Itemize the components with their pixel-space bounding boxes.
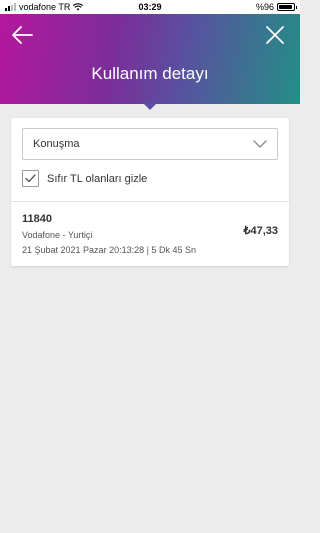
close-icon <box>266 26 284 44</box>
battery-percent: %96 <box>255 2 274 12</box>
status-bar: vodafone TR 03:29 %96 <box>0 0 300 14</box>
usage-operator: Vodafone - Yurtiçi <box>22 230 93 240</box>
close-button[interactable] <box>264 24 286 46</box>
back-button[interactable] <box>10 24 34 46</box>
status-left: vodafone TR <box>5 2 84 12</box>
status-time: 03:29 <box>138 2 162 12</box>
hide-zero-label: Sıfır TL olanları gizle <box>47 172 148 185</box>
header-notch <box>143 103 157 110</box>
usage-datetime: 21 Şubat 2021 Pazar 20:13:28 | 5 Dk 45 S… <box>22 245 196 255</box>
chevron-down-icon <box>253 140 267 148</box>
hide-zero-checkbox[interactable] <box>22 170 39 187</box>
usage-number: 11840 <box>22 213 52 225</box>
page-title: Kullanım detayı <box>91 64 209 83</box>
carrier-name: vodafone TR <box>19 2 71 12</box>
usage-card: Konuşma Sıfır TL olanları gizle 11840 Vo… <box>11 118 289 266</box>
signal-icon <box>5 3 16 11</box>
status-right: %96 <box>255 2 297 12</box>
usage-type-value: Konuşma <box>33 138 80 150</box>
arrow-left-icon <box>12 26 33 44</box>
checkmark-icon <box>25 174 36 183</box>
hide-zero-row[interactable]: Sıfır TL olanları gizle <box>22 170 147 187</box>
battery-fill <box>279 5 293 9</box>
list-item[interactable]: 11840 Vodafone - Yurtiçi 21 Şubat 2021 P… <box>22 213 278 255</box>
usage-type-select[interactable]: Konuşma <box>22 128 278 160</box>
divider <box>11 201 289 202</box>
battery-icon <box>277 3 297 11</box>
wifi-icon <box>73 3 84 11</box>
usage-amount: ₺47,33 <box>243 225 278 237</box>
header: Kullanım detayı <box>0 14 300 104</box>
